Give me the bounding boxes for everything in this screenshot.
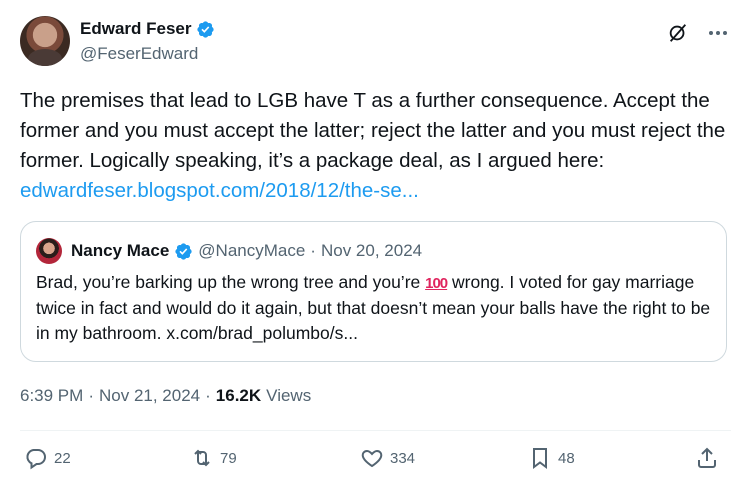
reply-count: 22 [54, 449, 71, 467]
separator-dot: · [88, 386, 94, 405]
separator-dot: · [310, 241, 316, 260]
quoted-tweet-date: Nov 20, 2024 [320, 241, 423, 260]
reply-button[interactable]: 22 [24, 446, 71, 470]
bookmark-count: 48 [558, 449, 575, 467]
hundred-points-emoji: 100 [425, 275, 448, 292]
reply-icon [26, 449, 46, 470]
bookmark-icon [533, 448, 547, 469]
tweet-body: The premises that lead to LGB have T as … [20, 86, 731, 206]
quoted-author-display-name: Nancy Mace [71, 241, 170, 260]
quoted-text-part1: Brad, you’re barking up the wrong tree a… [36, 272, 426, 292]
verified-badge-icon [175, 242, 192, 260]
tweet-date[interactable]: Nov 21, 2024 [99, 386, 200, 406]
quoted-author-handle: @NancyMace [198, 241, 306, 260]
repost-button[interactable]: 79 [190, 446, 237, 470]
share-button[interactable] [695, 446, 719, 470]
repost-icon [194, 449, 210, 467]
author-name-row: Edward Feser [80, 19, 215, 39]
share-icon [698, 447, 716, 468]
verified-badge-icon [196, 20, 214, 38]
tweet-time[interactable]: 6:39 PM [20, 386, 83, 406]
author-display-name[interactable]: Edward Feser [80, 19, 192, 39]
author-handle[interactable]: @FeserEdward [80, 44, 198, 64]
views-label: Views [266, 386, 312, 405]
views-count: 16.2K [215, 386, 262, 405]
grok-icon[interactable] [667, 22, 689, 44]
divider [20, 430, 731, 431]
like-count: 334 [390, 449, 416, 467]
quoted-tweet-header: Nancy Mace @NancyMace · Nov 20, 2024 [36, 238, 422, 264]
author-avatar[interactable] [20, 16, 70, 66]
tweet-header: Edward Feser @FeserEdward [20, 16, 731, 68]
action-bar: 22 79 334 48 [20, 446, 731, 476]
bookmark-button[interactable]: 48 [528, 446, 575, 470]
quoted-author-avatar [36, 238, 62, 264]
heart-icon [361, 449, 383, 468]
quoted-tweet[interactable]: Nancy Mace @NancyMace · Nov 20, 2024 Bra… [20, 221, 727, 362]
quoted-tweet-text: Brad, you’re barking up the wrong tree a… [36, 270, 716, 346]
tweet-text: The premises that lead to LGB have T as … [20, 89, 726, 172]
separator-dot: · [205, 386, 211, 405]
more-options-icon[interactable] [705, 20, 731, 46]
tweet-meta: 6:39 PM · Nov 21, 2024 · 16.2K Views [20, 386, 311, 406]
repost-count: 79 [220, 449, 237, 467]
like-button[interactable]: 334 [360, 446, 415, 470]
tweet-link[interactable]: edwardfeser.blogspot.com/2018/12/the-se.… [20, 179, 419, 202]
